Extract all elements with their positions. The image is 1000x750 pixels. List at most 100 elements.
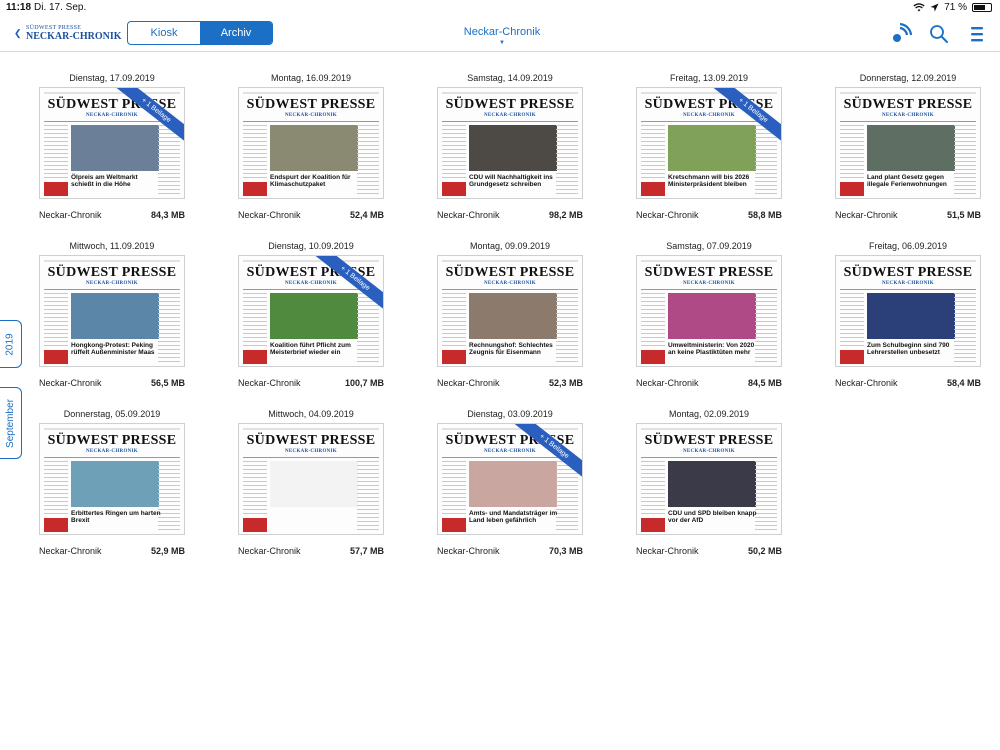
issue-card[interactable]: Montag, 09.09.2019 SÜDWEST PRESSE NECKAR-C… — [437, 240, 583, 388]
tab-kiosk[interactable]: Kiosk — [128, 22, 200, 44]
cover-column-left — [44, 293, 68, 349]
cover-headline: Koalition führt Pflicht zum Meisterbrief… — [270, 342, 351, 357]
issue-card[interactable]: Donnerstag, 12.09.2019 SÜDWEST PRESSE NECK… — [835, 72, 981, 220]
publication-selector[interactable]: Neckar-Chronik ▼ — [440, 26, 564, 46]
cover-masthead: SÜDWEST PRESSE — [47, 265, 177, 280]
cover-subtitle: NECKAR-CHRONIK — [285, 113, 337, 118]
publication-title: Neckar-Chronik — [463, 26, 541, 38]
issue-cover[interactable]: SÜDWEST PRESSE NECKAR-CHRONIK CDU will Nac… — [437, 87, 583, 199]
cover-ad — [243, 518, 267, 532]
cover-topline — [442, 260, 578, 262]
cover-masthead: SÜDWEST PRESSE — [47, 433, 177, 448]
cover-subtitle: NECKAR-CHRONIK — [683, 281, 735, 286]
issue-cover[interactable]: SÜDWEST PRESSE NECKAR-CHRONIK Ölpreis am W… — [39, 87, 185, 199]
side-tab-month[interactable]: September — [0, 387, 22, 459]
cover-rule — [243, 121, 379, 122]
side-tab-year[interactable]: 2019 — [0, 320, 22, 368]
cover-topline — [442, 428, 578, 430]
issue-title: Neckar-Chronik — [636, 210, 699, 220]
side-tab-year-label: 2019 — [5, 332, 16, 356]
cover-photo — [867, 293, 955, 339]
brand-logo[interactable]: SÜDWEST PRESSE NECKAR-CHRONIK — [26, 25, 122, 42]
issue-card[interactable]: Montag, 16.09.2019 SÜDWEST PRESSE NECKAR-C… — [238, 72, 384, 220]
cover-masthead: SÜDWEST PRESSE — [843, 97, 973, 112]
issue-title: Neckar-Chronik — [636, 546, 699, 556]
cover-rule — [44, 457, 180, 458]
cover-masthead: SÜDWEST PRESSE — [445, 265, 575, 280]
issue-cover[interactable]: SÜDWEST PRESSE NECKAR-CHRONIK Erbittertes … — [39, 423, 185, 535]
cover-topline — [44, 260, 180, 262]
cover-topline — [44, 92, 180, 94]
cover-topline — [840, 92, 976, 94]
issue-cover[interactable]: SÜDWEST PRESSE NECKAR-CHRONIK Koalition fü… — [238, 255, 384, 367]
cover-column-right — [954, 125, 976, 195]
issue-date: Montag, 16.09.2019 — [270, 73, 352, 83]
issue-date: Mittwoch, 04.09.2019 — [268, 409, 354, 419]
cover-photo — [668, 461, 756, 507]
issue-date: Mittwoch, 11.09.2019 — [69, 241, 155, 251]
battery-icon — [972, 3, 992, 12]
issue-card[interactable]: Montag, 02.09.2019 SÜDWEST PRESSE NECKAR-C… — [636, 408, 782, 556]
issue-card[interactable]: Samstag, 14.09.2019 SÜDWEST PRESSE NECKAR-… — [437, 72, 583, 220]
issue-size: 84,3 MB — [150, 210, 185, 220]
issue-size: 51,5 MB — [946, 210, 981, 220]
segmented-control: Kiosk Archiv — [127, 21, 273, 45]
issue-cover[interactable]: SÜDWEST PRESSE NECKAR-CHRONIK — [238, 423, 384, 535]
back-chevron-icon[interactable]: ❮ — [14, 28, 22, 39]
cover-column-left — [442, 461, 466, 517]
issue-cover[interactable]: SÜDWEST PRESSE NECKAR-CHRONIK CDU und SPD … — [636, 423, 782, 535]
menu-icon[interactable] — [966, 23, 988, 45]
issue-size: 50,2 MB — [747, 546, 782, 556]
status-bar: 11:18 Di. 17. Sep. 71 % — [0, 0, 1000, 16]
cover-photo — [469, 293, 557, 339]
cover-masthead: SÜDWEST PRESSE — [246, 97, 376, 112]
issue-meta: Neckar-Chronik 56,5 MB — [39, 378, 185, 388]
issue-card[interactable]: Freitag, 06.09.2019 SÜDWEST PRESSE NECKAR-… — [835, 240, 981, 388]
issue-size: 58,4 MB — [946, 378, 981, 388]
issue-size: 57,7 MB — [349, 546, 384, 556]
status-indicators: 71 % — [913, 2, 992, 13]
cover-photo — [270, 125, 358, 171]
issue-card[interactable]: Dienstag, 10.09.2019 SÜDWEST PRESSE NECKAR… — [238, 240, 384, 388]
cover-subtitle: NECKAR-CHRONIK — [86, 281, 138, 286]
issue-card[interactable]: Mittwoch, 11.09.2019 SÜDWEST PRESSE NECKAR… — [39, 240, 185, 388]
issue-cover[interactable]: SÜDWEST PRESSE NECKAR-CHRONIK Amts- und Ma… — [437, 423, 583, 535]
issue-date: Freitag, 06.09.2019 — [868, 241, 948, 251]
cover-ad — [442, 182, 466, 196]
issue-card[interactable]: Samstag, 07.09.2019 SÜDWEST PRESSE NECKAR-… — [636, 240, 782, 388]
issue-date: Donnerstag, 05.09.2019 — [63, 409, 161, 419]
issue-size: 52,9 MB — [150, 546, 185, 556]
cover-column-left — [641, 293, 665, 349]
issue-date: Dienstag, 17.09.2019 — [69, 73, 155, 83]
issue-cover[interactable]: SÜDWEST PRESSE NECKAR-CHRONIK Rechnungshof… — [437, 255, 583, 367]
issue-card[interactable]: Mittwoch, 04.09.2019 SÜDWEST PRESSE NECKAR… — [238, 408, 384, 556]
issue-cover[interactable]: SÜDWEST PRESSE NECKAR-CHRONIK Endspurt der… — [238, 87, 384, 199]
cover-column-left — [641, 125, 665, 181]
cover-ad — [44, 518, 68, 532]
issue-card[interactable]: Dienstag, 03.09.2019 SÜDWEST PRESSE NECKAR… — [437, 408, 583, 556]
cover-ad — [641, 182, 665, 196]
issue-cover[interactable]: SÜDWEST PRESSE NECKAR-CHRONIK Land plant G… — [835, 87, 981, 199]
issue-cover[interactable]: SÜDWEST PRESSE NECKAR-CHRONIK Kretschmann … — [636, 87, 782, 199]
issue-cover[interactable]: SÜDWEST PRESSE NECKAR-CHRONIK Umweltminist… — [636, 255, 782, 367]
cover-column-left — [44, 125, 68, 181]
issue-card[interactable]: Donnerstag, 05.09.2019 SÜDWEST PRESSE NECK… — [39, 408, 185, 556]
broadcast-icon[interactable] — [890, 23, 912, 45]
issue-card[interactable]: Dienstag, 17.09.2019 SÜDWEST PRESSE NECKAR… — [39, 72, 185, 220]
cover-rule — [641, 457, 777, 458]
issue-card[interactable]: Freitag, 13.09.2019 SÜDWEST PRESSE NECKAR-… — [636, 72, 782, 220]
cover-topline — [243, 260, 379, 262]
issue-cover[interactable]: SÜDWEST PRESSE NECKAR-CHRONIK Hongkong-Pro… — [39, 255, 185, 367]
cover-column-right — [158, 293, 180, 363]
issue-date: Samstag, 14.09.2019 — [467, 73, 553, 83]
cover-subtitle: NECKAR-CHRONIK — [882, 281, 934, 286]
cover-subtitle: NECKAR-CHRONIK — [484, 113, 536, 118]
issue-date: Freitag, 13.09.2019 — [669, 73, 749, 83]
cover-masthead: SÜDWEST PRESSE — [644, 265, 774, 280]
search-icon[interactable] — [928, 23, 950, 45]
issue-meta: Neckar-Chronik 58,4 MB — [835, 378, 981, 388]
issue-cover[interactable]: SÜDWEST PRESSE NECKAR-CHRONIK Zum Schulbeg… — [835, 255, 981, 367]
tab-archiv[interactable]: Archiv — [200, 22, 272, 44]
cover-masthead: SÜDWEST PRESSE — [445, 97, 575, 112]
issue-size: 58,8 MB — [747, 210, 782, 220]
